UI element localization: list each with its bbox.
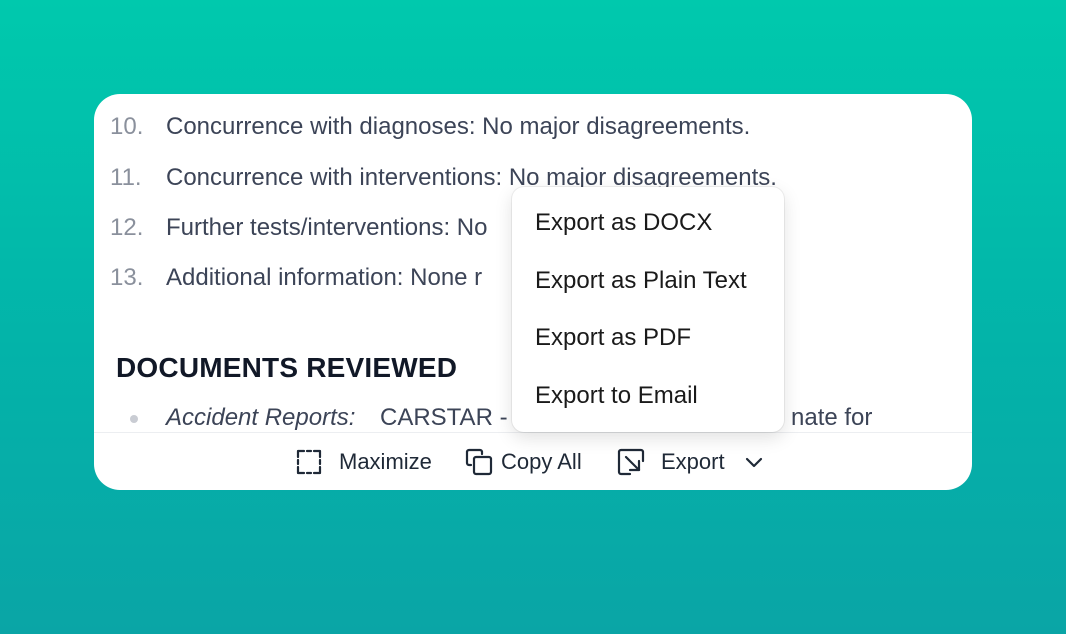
copy-all-button[interactable]: Copy All (465, 447, 582, 477)
bottom-toolbar: Maximize Copy All Export (94, 432, 972, 490)
bullet-item-trailing-text: nate for (791, 404, 873, 431)
menu-item-export-pdf[interactable]: Export as PDF (535, 322, 691, 354)
list-item-text: Concurrence with diagnoses: No major dis… (166, 113, 751, 140)
export-dropdown-menu: Export as DOCX Export as Plain Text Expo… (512, 187, 784, 432)
bullet-item-label: Accident Reports: (166, 404, 356, 431)
list-item-number: 13. (110, 264, 144, 291)
section-heading: DOCUMENTS REVIEWED (116, 352, 458, 383)
copy-icon (465, 448, 493, 476)
export-icon (617, 448, 645, 476)
export-button[interactable]: Export (617, 447, 765, 477)
list-item-number: 12. (110, 214, 144, 241)
bullet-item-text: CARSTAR - (380, 404, 508, 431)
export-label: Export (661, 449, 725, 474)
menu-item-export-docx[interactable]: Export as DOCX (535, 207, 712, 239)
maximize-button[interactable]: Maximize (296, 447, 432, 477)
copy-all-label: Copy All (501, 449, 582, 474)
maximize-label: Maximize (339, 449, 432, 474)
menu-item-export-plain-text[interactable]: Export as Plain Text (535, 265, 747, 297)
list-item-number: 10. (110, 113, 144, 140)
chevron-down-icon[interactable] (743, 451, 765, 473)
menu-item-export-email[interactable]: Export to Email (535, 380, 698, 412)
list-item-number: 11. (110, 164, 142, 191)
bullet-dot (130, 415, 138, 423)
list-item-text: Further tests/interventions: No (166, 214, 488, 241)
maximize-icon (296, 449, 322, 475)
list-item-text: Additional information: None r (166, 264, 483, 291)
